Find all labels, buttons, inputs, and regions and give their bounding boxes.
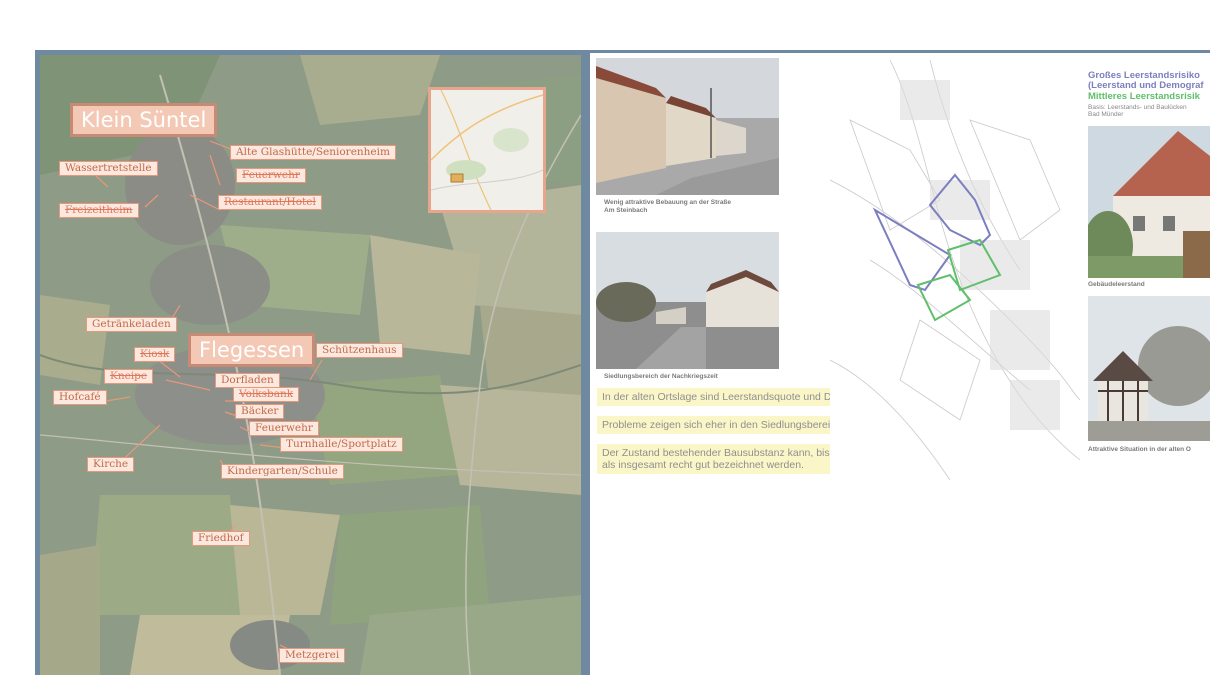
label-schuetzenhaus: Schützenhaus bbox=[316, 343, 403, 358]
label-wassertretstelle: Wassertretstelle bbox=[59, 161, 158, 176]
label-restaurant-hotel-closed: Restaurant/Hotel bbox=[218, 195, 322, 210]
photo-settlement-area bbox=[596, 232, 779, 369]
legend-medium-risk: Mittleres Leerstandsrisik bbox=[1088, 91, 1200, 102]
inset-map-graphic bbox=[431, 90, 543, 210]
label-volksbank-closed: Volksbank bbox=[233, 387, 300, 402]
cadastral-plan bbox=[830, 60, 1080, 480]
aerial-map-panel: Klein Süntel Flegessen Alte Glashütte/Se… bbox=[35, 50, 586, 675]
photo-vacant-building bbox=[1088, 126, 1210, 278]
photo2-caption: Siedlungsbereich der Nachkriegszeit bbox=[604, 373, 718, 380]
photo-street-houses bbox=[596, 58, 779, 195]
label-freizeitheim-closed: Freizeitheim bbox=[59, 203, 139, 218]
label-baecker: Bäcker bbox=[235, 404, 285, 419]
aerial-photo: Klein Süntel Flegessen Alte Glashütte/Se… bbox=[40, 55, 581, 675]
label-feuerwehr-closed: Feuerwehr bbox=[236, 168, 306, 183]
label-feuerwehr: Feuerwehr bbox=[249, 421, 319, 436]
legend-high-risk-line2: (Leerstand und Demograf bbox=[1088, 80, 1204, 91]
label-dorfladen: Dorfladen bbox=[215, 373, 280, 388]
label-kirche: Kirche bbox=[87, 457, 135, 472]
label-alte-glashuette: Alte Glashütte/Seniorenheim bbox=[230, 145, 396, 160]
label-kindergarten-schule: Kindergarten/Schule bbox=[221, 464, 344, 479]
right-panel-top-border bbox=[586, 50, 1210, 53]
photo-old-town-situation bbox=[1088, 296, 1210, 441]
label-friedhof: Friedhof bbox=[192, 531, 250, 546]
label-flegessen: Flegessen bbox=[188, 333, 316, 367]
label-kneipe-closed: Kneipe bbox=[104, 369, 154, 384]
photo3-caption: Gebäudeleerstand bbox=[1088, 281, 1145, 288]
panel-divider bbox=[586, 50, 590, 675]
legend-basis-line2: Bad Münder bbox=[1088, 111, 1124, 118]
locator-inset-map bbox=[428, 87, 546, 213]
photo4-caption: Attraktive Situation in der alten O bbox=[1088, 446, 1191, 453]
label-getraenkeladen: Getränkeladen bbox=[86, 317, 177, 332]
photo1-caption: Wenig attraktive Bebauung an der Straße … bbox=[604, 199, 732, 214]
label-turnhalle-sportplatz: Turnhalle/Sportplatz bbox=[280, 437, 403, 452]
legend-basis-line1: Basis: Leerstands- und Baulücken bbox=[1088, 104, 1187, 111]
label-klein-suentel: Klein Süntel bbox=[70, 103, 218, 137]
label-metzgerei: Metzgerei bbox=[279, 648, 346, 663]
label-kiosk-closed: Kiosk bbox=[134, 347, 176, 362]
label-hofcafe: Hofcafé bbox=[53, 390, 107, 405]
